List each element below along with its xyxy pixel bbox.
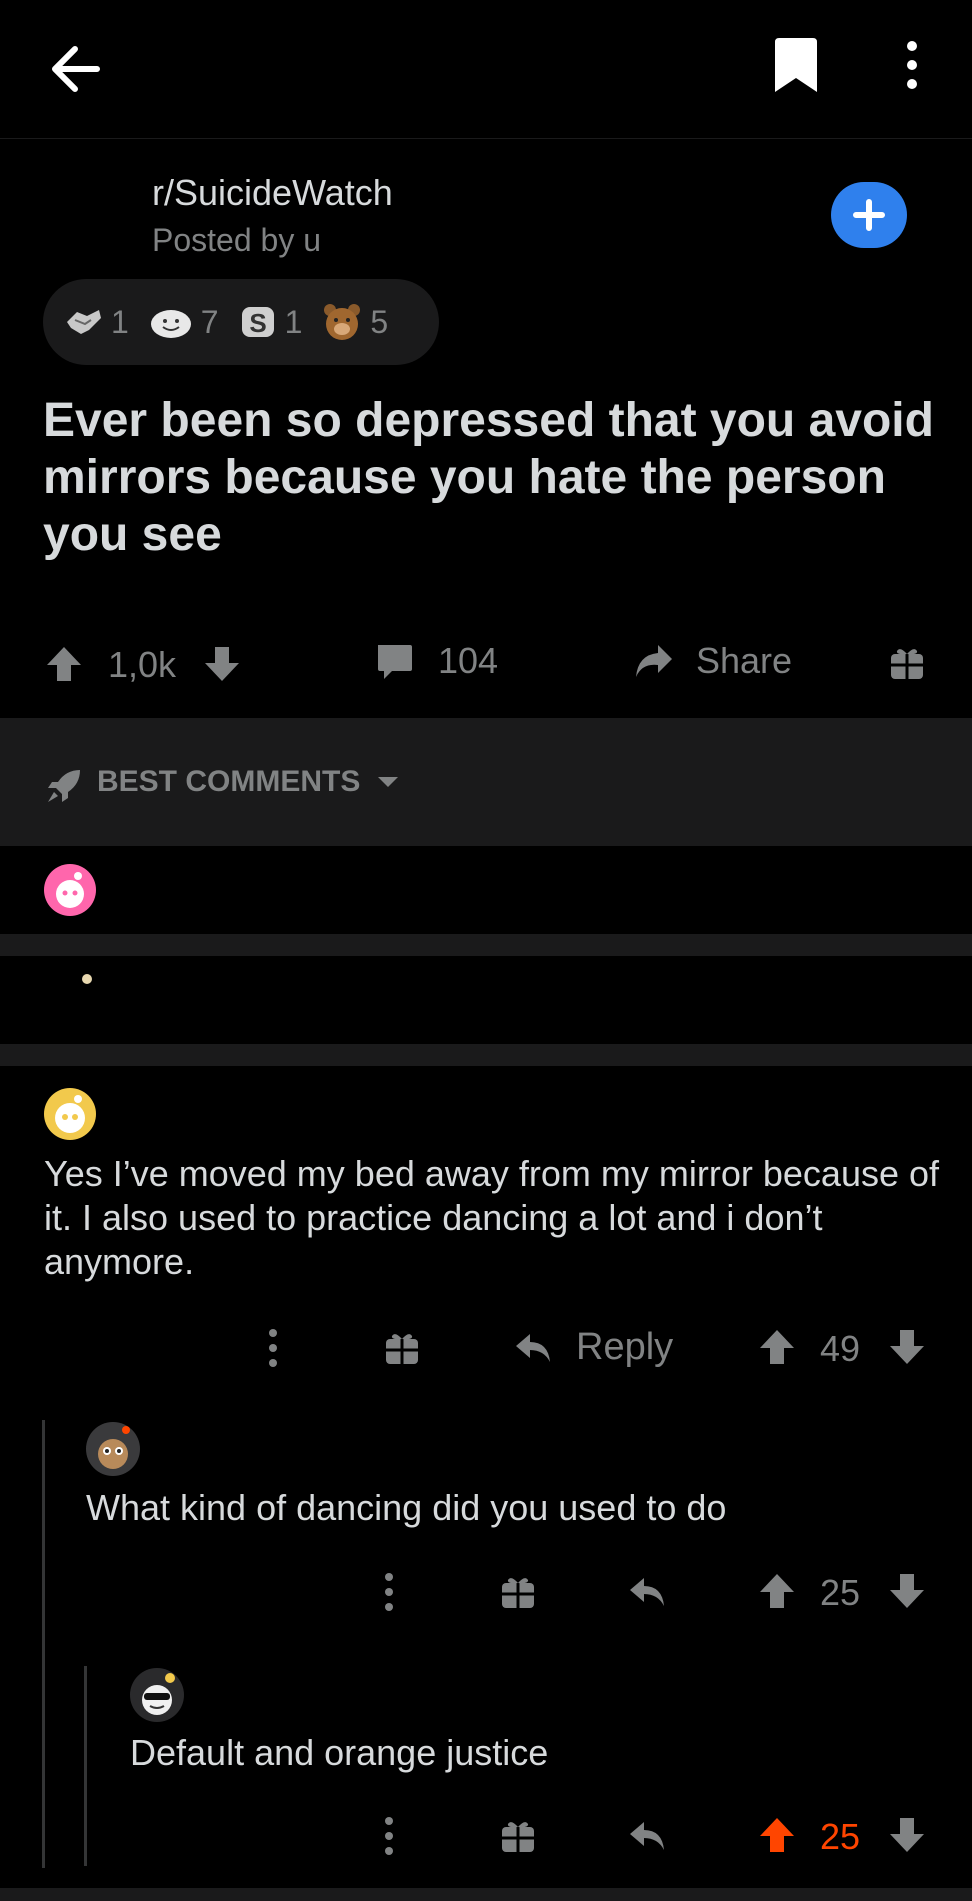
- downvote-icon[interactable]: [888, 1816, 926, 1854]
- reply-button[interactable]: Reply: [514, 1326, 673, 1369]
- comment-action-bar: Reply 49: [0, 1320, 972, 1376]
- more-options-button[interactable]: [890, 34, 934, 96]
- avatar[interactable]: [44, 1088, 96, 1140]
- downvote-icon[interactable]: [888, 1328, 926, 1366]
- bookmark-icon: [775, 38, 817, 92]
- gift-icon[interactable]: [384, 1330, 420, 1366]
- back-button[interactable]: [40, 34, 110, 104]
- separator: [0, 1888, 972, 1901]
- posted-by: Posted by u: [152, 222, 321, 258]
- chevron-down-icon: [378, 777, 399, 787]
- comment-body: Default and orange justice: [130, 1732, 549, 1773]
- post-title: Ever been so depressed that you avoid mi…: [43, 394, 934, 561]
- reply-arrow-icon[interactable]: [628, 1574, 668, 1610]
- vertical-dots-icon[interactable]: [382, 1816, 396, 1856]
- comment-vote-count: 25: [820, 1816, 861, 1857]
- comment-body: What kind of dancing did you used to do: [86, 1487, 727, 1528]
- join-button[interactable]: [831, 182, 907, 248]
- avatar-dot: [82, 974, 92, 984]
- post-vote-count: 1,0k: [108, 644, 177, 685]
- silver-award-icon: S: [241, 307, 274, 338]
- post-action-bar: 1,0k 104 Share: [0, 628, 972, 700]
- award: S 1: [239, 303, 303, 341]
- sort-dropdown[interactable]: BEST COMMENTS: [97, 765, 400, 799]
- upvote-icon[interactable]: [758, 1572, 796, 1610]
- reply-arrow-icon[interactable]: [628, 1818, 668, 1854]
- snoo-avatar-icon: [55, 1095, 85, 1133]
- comment-count: 104: [438, 640, 499, 681]
- avatar[interactable]: [44, 864, 96, 916]
- reply-arrow-icon: [516, 1333, 550, 1362]
- comment-vote-count: 25: [820, 1572, 861, 1613]
- collapsed-comment[interactable]: [0, 846, 972, 934]
- comment-vote-count: 49: [820, 1328, 861, 1369]
- share-arrow-icon: [636, 645, 672, 677]
- collapsed-comment[interactable]: [0, 956, 972, 1044]
- award-count: 7: [200, 303, 219, 340]
- gift-icon[interactable]: [500, 1574, 536, 1610]
- snoo-avatar-icon: [56, 872, 84, 908]
- gift-icon[interactable]: [888, 644, 926, 682]
- separator: [0, 934, 972, 956]
- reply-label: Reply: [576, 1326, 674, 1368]
- award: 5: [322, 302, 388, 342]
- upvote-icon-active[interactable]: [758, 1816, 796, 1854]
- svg-text:S: S: [249, 308, 266, 338]
- vertical-dots-icon[interactable]: [382, 1572, 396, 1612]
- award-count: 5: [370, 303, 389, 340]
- upvote-icon[interactable]: [44, 644, 84, 684]
- arrow-left-icon: [52, 46, 100, 92]
- avatar[interactable]: [130, 1668, 184, 1722]
- subreddit-name[interactable]: r/SuicideWatch: [152, 172, 393, 214]
- snoo-avatar-icon: [98, 1426, 130, 1469]
- upvote-icon[interactable]: [758, 1328, 796, 1366]
- vertical-dots-icon: [907, 41, 917, 89]
- bookmark-button[interactable]: [768, 34, 824, 96]
- comment-action-bar: 25: [0, 1564, 972, 1620]
- separator: [0, 1044, 972, 1066]
- downvote-icon[interactable]: [888, 1572, 926, 1610]
- bear-award-icon: [324, 304, 361, 340]
- share-label: Share: [696, 640, 793, 681]
- share-button[interactable]: Share: [632, 640, 792, 682]
- award: 1: [63, 304, 129, 341]
- comment-body: Yes I’ve moved my bed away from my mirro…: [44, 1153, 940, 1282]
- rocket-icon: [48, 770, 80, 802]
- comment-action-bar: 25: [0, 1808, 972, 1864]
- sort-label: BEST COMMENTS: [97, 765, 361, 798]
- avatar[interactable]: [86, 1422, 140, 1476]
- gift-icon[interactable]: [500, 1818, 536, 1854]
- award-count: 1: [284, 303, 303, 340]
- wholesome-award-icon: [150, 310, 191, 338]
- comments-button[interactable]: 104: [374, 640, 498, 682]
- downvote-icon[interactable]: [202, 644, 242, 684]
- award-count: 1: [111, 303, 129, 340]
- comment-bubble-icon: [378, 645, 412, 679]
- award: 7: [149, 304, 219, 341]
- awards-bar[interactable]: 1 7 S 1 5: [43, 279, 439, 365]
- handshake-award-icon: [67, 310, 101, 334]
- plus-icon: [853, 199, 885, 231]
- vertical-dots-icon[interactable]: [266, 1328, 280, 1368]
- snoo-avatar-icon: [142, 1673, 175, 1715]
- thread-line[interactable]: [42, 1420, 45, 1868]
- top-app-bar: [0, 0, 972, 139]
